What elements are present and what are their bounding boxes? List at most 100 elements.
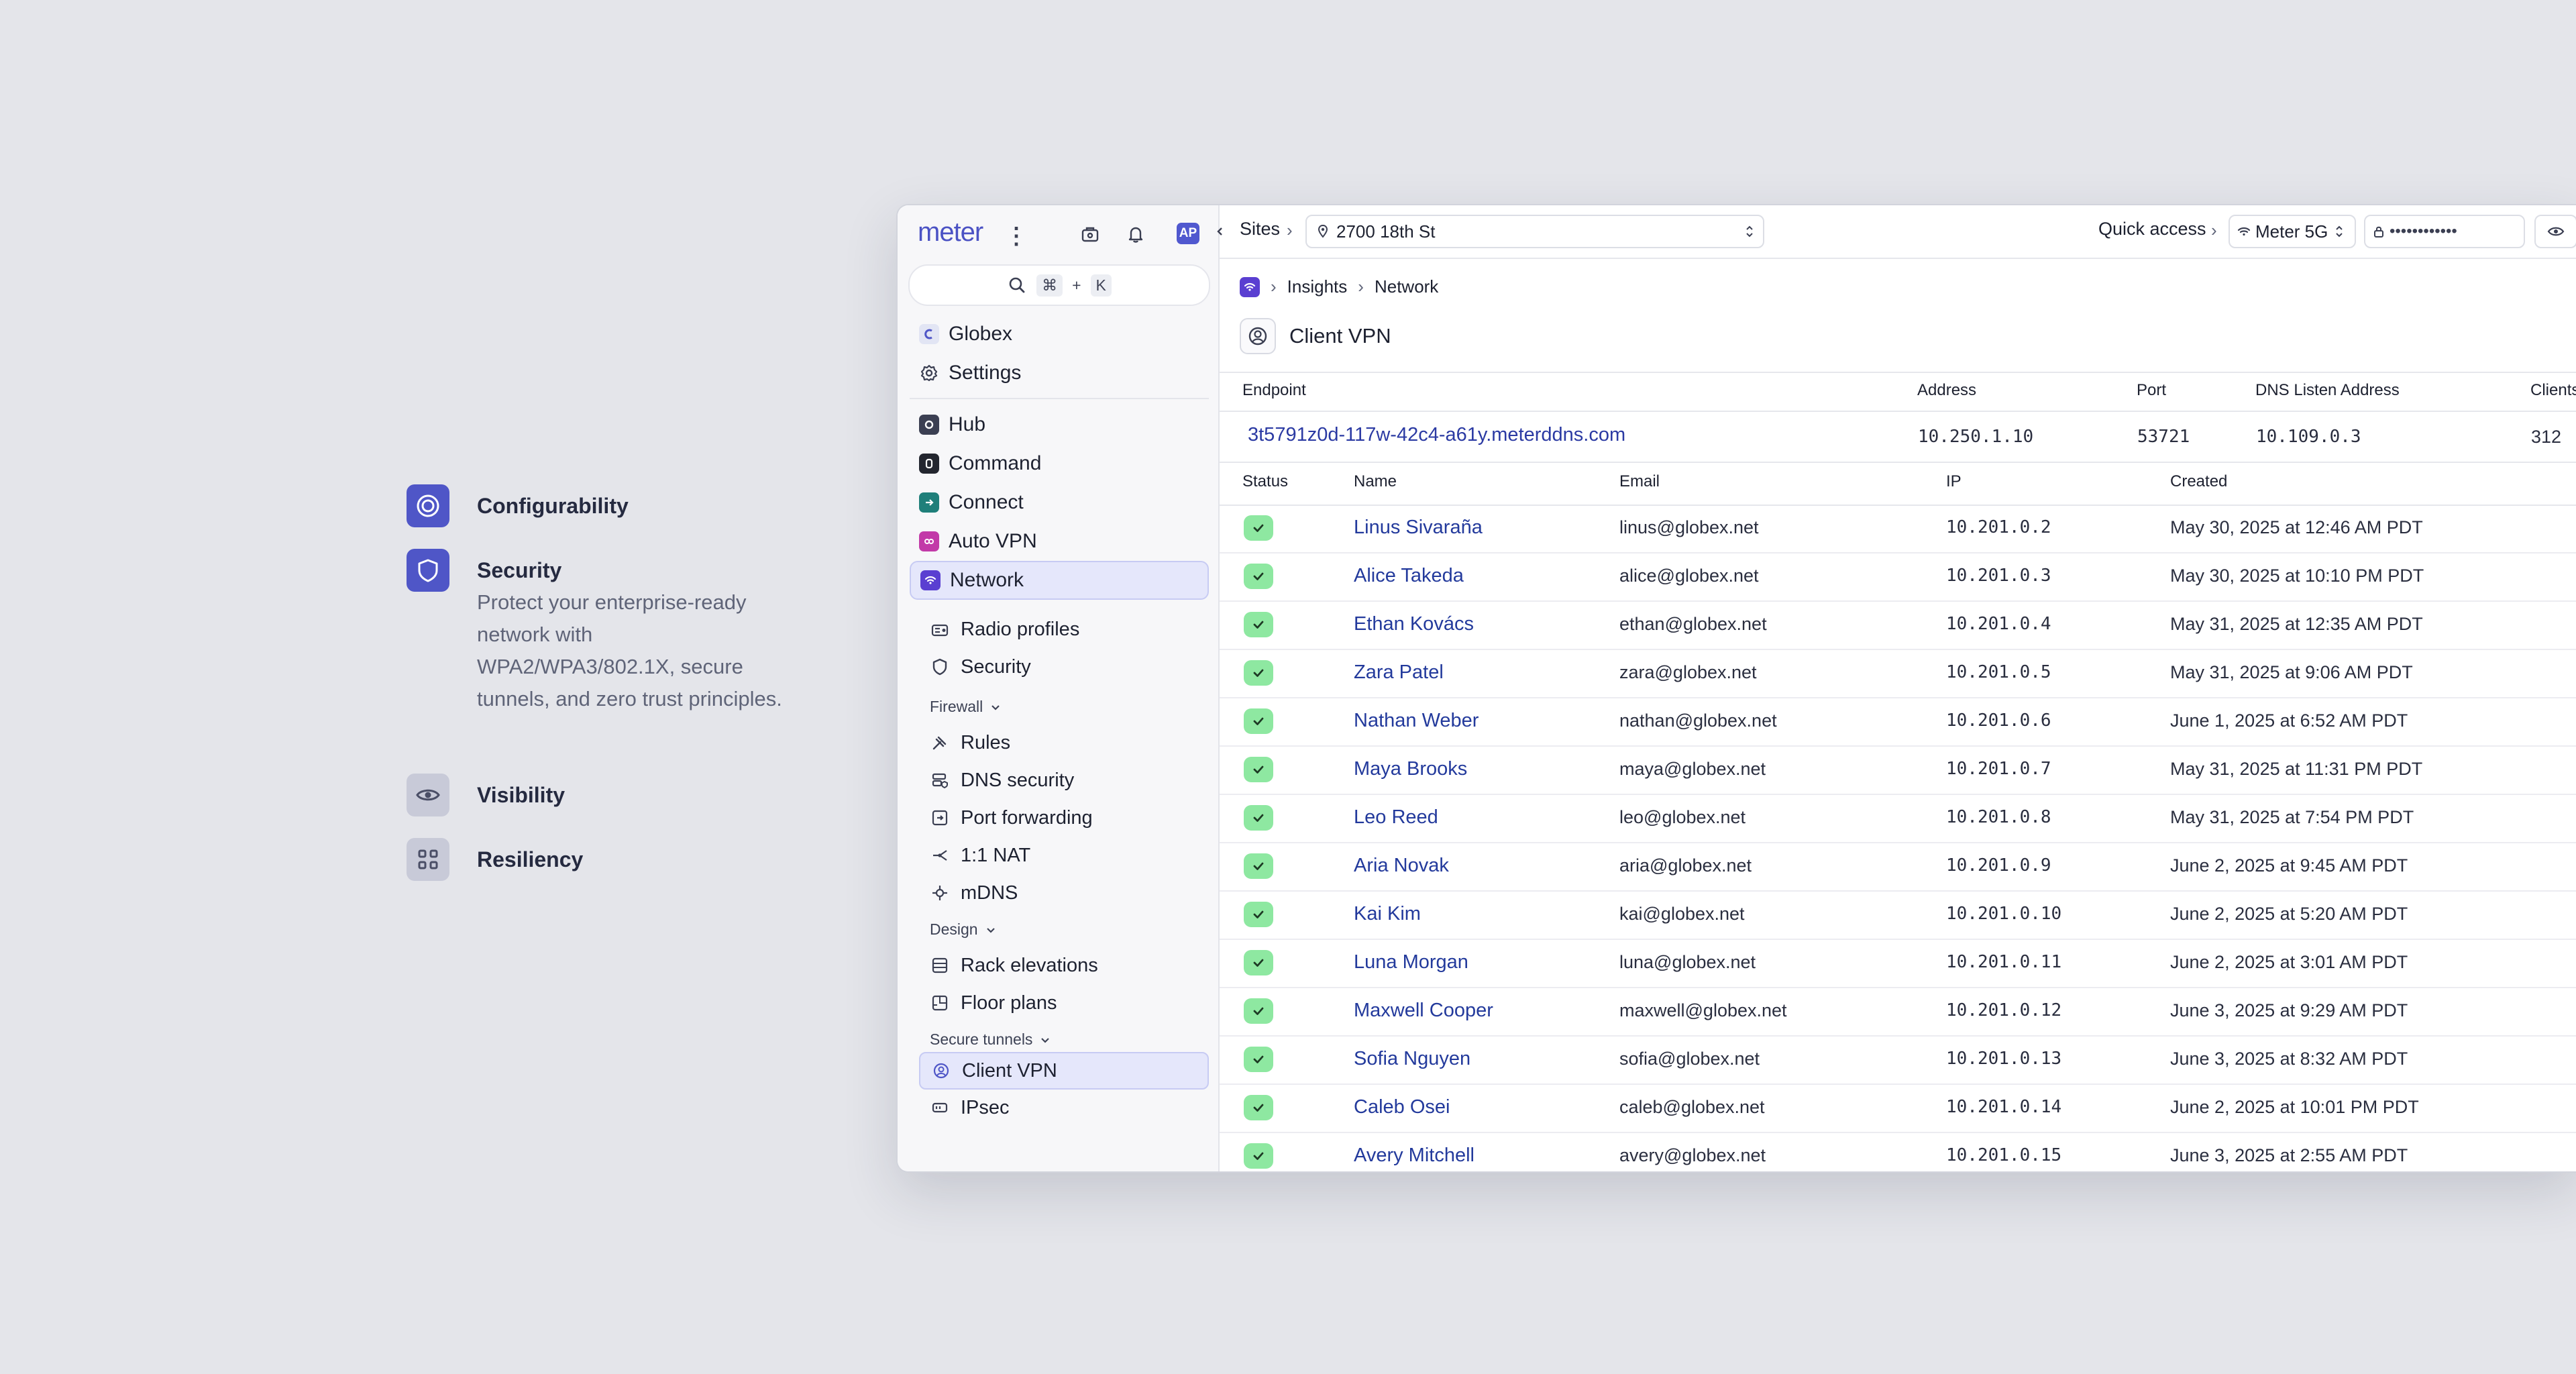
client-name-link[interactable]: Nathan Weber — [1354, 710, 1479, 732]
sidebar-item-rules[interactable]: Rules — [919, 725, 1209, 761]
client-name-link[interactable]: Maxwell Cooper — [1354, 1000, 1493, 1022]
check-icon — [1253, 572, 1264, 580]
client-email: ethan@globex.net — [1619, 614, 1767, 634]
collapse-sidebar-button[interactable] — [1210, 220, 1230, 243]
more-menu-icon[interactable]: ⋮ — [1005, 223, 1028, 250]
sidebar-item-globex[interactable]: Globex — [910, 315, 1209, 354]
client-name-link[interactable]: Luna Morgan — [1354, 951, 1468, 973]
client-name-link[interactable]: Ethan Kovács — [1354, 613, 1474, 635]
user-avatar[interactable]: AP — [1177, 223, 1199, 244]
sidebar-item-network[interactable]: Network — [910, 561, 1209, 600]
server-clients: 312 — [2531, 427, 2562, 447]
check-icon — [1253, 814, 1264, 822]
feature-configurability[interactable]: Configurability — [407, 484, 809, 549]
column-header-name: Name — [1354, 472, 1397, 490]
breadcrumb-network[interactable]: Network — [1375, 276, 1438, 297]
feature-security[interactable]: Security Protect your enterprise-ready n… — [407, 549, 809, 774]
client-name-link[interactable]: Kai Kim — [1354, 903, 1421, 925]
floor-plan-icon — [930, 993, 950, 1013]
sidebar-item-radio-profiles[interactable]: Radio profiles — [919, 611, 1209, 647]
site-name: 2700 18th St — [1336, 221, 1436, 242]
sidebar-item-floor-plans[interactable]: Floor plans — [919, 985, 1209, 1021]
feature-title: Security — [477, 558, 562, 582]
feature-visibility[interactable]: Visibility — [407, 774, 809, 838]
sidebar-item-rack-elevations[interactable]: Rack elevations — [919, 947, 1209, 984]
section-firewall[interactable]: Firewall — [930, 698, 1002, 716]
radio-icon — [930, 619, 950, 639]
row-divider — [1220, 745, 2576, 747]
column-header-created: Created — [2170, 472, 2228, 490]
site-selector[interactable]: 2700 18th St — [1305, 215, 1764, 248]
ssid-selector[interactable]: Meter 5G — [2229, 215, 2356, 248]
client-ip: 10.201.0.9 — [1946, 855, 2051, 876]
sidebar-item-dns-security[interactable]: DNS security — [919, 762, 1209, 798]
client-name-link[interactable]: Linus Sivaraña — [1354, 517, 1483, 539]
section-design[interactable]: Design — [930, 920, 997, 939]
page-title: Client VPN — [1289, 324, 1391, 348]
meter-logo[interactable]: meter — [918, 217, 983, 248]
sidebar-item-label: Port forwarding — [961, 806, 1093, 829]
sidebar-item-security[interactable]: Security — [919, 649, 1209, 685]
top-bar: Sites › 2700 18th St Quick access › Mete… — [1217, 205, 2576, 259]
section-secure-tunnels[interactable]: Secure tunnels — [930, 1030, 1051, 1049]
connect-icon — [919, 492, 939, 513]
client-name-link[interactable]: Leo Reed — [1354, 806, 1438, 829]
check-icon — [1253, 910, 1264, 918]
section-label: Design — [930, 920, 978, 938]
client-name-link[interactable]: Caleb Osei — [1354, 1096, 1450, 1118]
wifi-password-field[interactable]: •••••••••••• — [2364, 215, 2525, 248]
client-ip: 10.201.0.4 — [1946, 614, 2051, 634]
chevron-right-icon: › — [1271, 276, 1277, 297]
ssid-name: Meter 5G — [2255, 221, 2328, 242]
client-ip: 10.201.0.7 — [1946, 759, 2051, 779]
client-created: May 31, 2025 at 9:06 AM PDT — [2170, 662, 2413, 682]
sidebar-item-label: Security — [961, 655, 1031, 678]
command-search[interactable]: ⌘ + K — [908, 264, 1210, 306]
client-ip: 10.201.0.2 — [1946, 517, 2051, 537]
sidebar-item-mdns[interactable]: mDNS — [919, 875, 1209, 911]
quick-access-link[interactable]: Quick access — [2098, 219, 2206, 240]
tools-icon[interactable] — [1077, 221, 1103, 247]
sidebar-item-connect[interactable]: Connect — [910, 483, 1209, 522]
status-connected-badge — [1244, 757, 1273, 782]
check-icon — [1253, 621, 1264, 629]
bell-icon[interactable] — [1123, 221, 1148, 247]
chevron-right-icon: › — [1287, 220, 1293, 240]
rules-icon — [930, 733, 950, 753]
client-name-link[interactable]: Alice Takeda — [1354, 565, 1464, 587]
sidebar-item-hub[interactable]: Hub — [910, 405, 1209, 444]
row-divider — [1220, 649, 2576, 650]
sidebar-item-client-vpn[interactable]: Client VPN — [919, 1052, 1209, 1090]
endpoint-link[interactable]: 3t5791z0d-117w-42c4-a61y.meterddns.com — [1248, 424, 1625, 446]
client-name-link[interactable]: Maya Brooks — [1354, 758, 1467, 780]
eye-icon — [2547, 227, 2565, 236]
status-connected-badge — [1244, 612, 1273, 637]
sidebar-item-settings[interactable]: Settings — [910, 354, 1209, 392]
feature-resiliency[interactable]: Resiliency — [407, 838, 809, 902]
password-value: •••••••••••• — [2390, 222, 2457, 240]
client-name-link[interactable]: Avery Mitchell — [1354, 1145, 1474, 1167]
sidebar-item-auto-vpn[interactable]: Auto VPN — [910, 522, 1209, 561]
status-connected-badge — [1244, 660, 1273, 686]
client-name-link[interactable]: Zara Patel — [1354, 662, 1444, 684]
sidebar-item-nat[interactable]: 1:1 NAT — [919, 837, 1209, 874]
sidebar-item-port-forwarding[interactable]: Port forwarding — [919, 800, 1209, 836]
sidebar-header: meter ⋮ AP — [898, 205, 1218, 263]
sites-link[interactable]: Sites — [1240, 219, 1280, 240]
network-icon[interactable] — [1240, 276, 1260, 297]
client-created: May 31, 2025 at 11:31 PM PDT — [2170, 759, 2423, 779]
client-email: maya@globex.net — [1619, 759, 1766, 779]
row-divider — [1220, 697, 2576, 698]
chevron-left-icon — [1217, 227, 1222, 235]
shortcut-key-k: K — [1090, 274, 1112, 297]
sidebar-item-command[interactable]: Command — [910, 444, 1209, 483]
sidebar-item-ipsec[interactable]: IPsec — [919, 1090, 1209, 1126]
chevron-updown-icon — [2336, 225, 2343, 237]
check-icon — [1253, 1055, 1264, 1063]
client-name-link[interactable]: Aria Novak — [1354, 855, 1449, 877]
client-email: maxwell@globex.net — [1619, 1000, 1787, 1020]
breadcrumb-insights[interactable]: Insights — [1287, 276, 1348, 297]
show-password-button[interactable] — [2534, 215, 2576, 248]
client-name-link[interactable]: Sofia Nguyen — [1354, 1048, 1470, 1070]
check-icon — [1253, 959, 1264, 967]
